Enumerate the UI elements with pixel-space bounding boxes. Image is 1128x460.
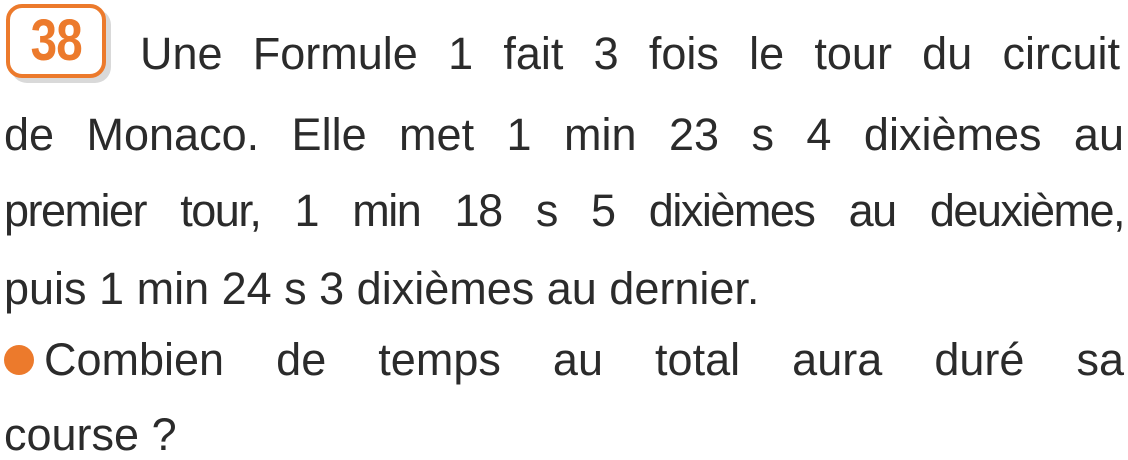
question-line-1: Combien de temps au total aura duré sa [44,334,1124,385]
statement-line-1: Une Formule 1 fait 3 fois le tour du cir… [140,28,1120,79]
statement-line-4: puis 1 min 24 s 3 dixièmes au dernier. [4,263,760,314]
statement-line-3: premier tour, 1 min 18 s 5 dixièmes au d… [4,185,1126,236]
question-line-2: course ? [4,409,177,460]
question-bullet-icon [4,345,34,375]
statement-line-2: de Monaco. Elle met 1 min 23 s 4 dixième… [4,109,1124,160]
exercise-block: 38 Une Formule 1 fait 3 fois le tour du … [0,0,1128,460]
exercise-number: 38 [30,8,82,73]
exercise-number-badge: 38 [6,4,106,78]
